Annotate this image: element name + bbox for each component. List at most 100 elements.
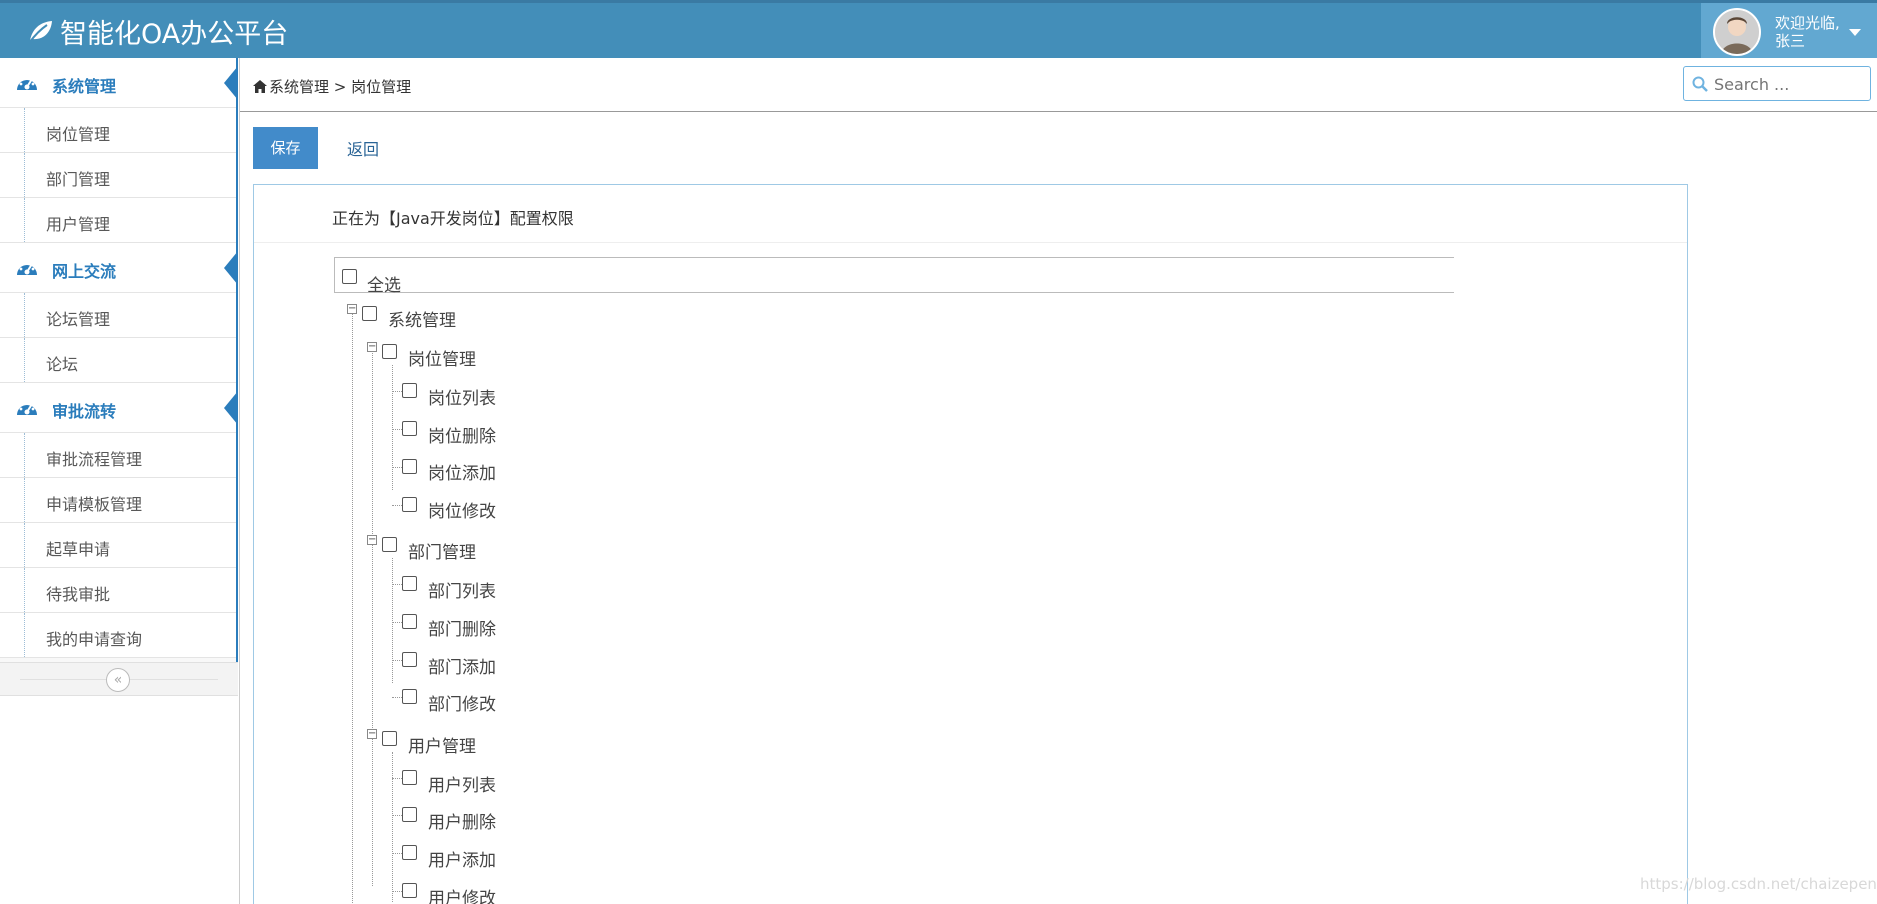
tree-checkbox-leaf[interactable] <box>402 689 417 704</box>
tree-node-leaf: 岗位列表 <box>428 389 496 409</box>
tree-checkbox-root[interactable] <box>362 306 377 321</box>
select-all-row <box>334 257 1454 293</box>
tree-node-leaf: 岗位删除 <box>428 427 496 447</box>
tree-connector <box>392 622 402 623</box>
greeting-text: 欢迎光临, <box>1775 14 1840 32</box>
watermark: https://blog.csdn.net/chaizepeng <box>1640 875 1877 893</box>
select-all-label: 全选 <box>367 276 401 296</box>
tree-connector <box>352 313 353 904</box>
collapse-toggle[interactable]: − <box>367 535 377 545</box>
double-chevron-left-icon[interactable]: « <box>106 668 130 692</box>
sidebar-section-approval[interactable]: 审批流转 <box>0 383 238 433</box>
search-input[interactable] <box>1714 73 1864 95</box>
tree-node-leaf: 部门删除 <box>428 620 496 640</box>
tree-node-leaf: 部门列表 <box>428 582 496 602</box>
tree-node-group: 部门管理 <box>408 543 476 563</box>
tree-node-group: 岗位管理 <box>408 350 476 370</box>
active-indicator <box>224 66 238 100</box>
caret-down-icon[interactable] <box>1849 29 1861 36</box>
top-navbar: 智能化OA办公平台 欢迎光临, 张三 <box>0 0 1877 61</box>
tree-connector <box>392 697 402 698</box>
permission-panel: 正在为【Java开发岗位】配置权限 全选 − 系统管理 − 岗位管理 岗位列表 … <box>253 184 1688 904</box>
tree-node-leaf: 岗位修改 <box>428 502 496 522</box>
tree-node-leaf: 部门添加 <box>428 658 496 678</box>
sidebar-section-label: 审批流转 <box>52 402 117 421</box>
sidebar-item-departments[interactable]: 部门管理 <box>0 153 236 198</box>
tree-connector <box>392 467 402 468</box>
sidebar-item-forum[interactable]: 论坛 <box>0 338 236 383</box>
sidebar-item-my-requests[interactable]: 我的申请查询 <box>0 613 236 658</box>
tree-checkbox-leaf[interactable] <box>402 576 417 591</box>
sidebar-item-pending[interactable]: 待我审批 <box>0 568 236 613</box>
tree-node-root: 系统管理 <box>388 311 456 331</box>
app-title: 智能化OA办公平台 <box>60 18 289 50</box>
tree-checkbox-group[interactable] <box>382 344 397 359</box>
collapse-toggle[interactable]: − <box>367 342 377 352</box>
tree-connector <box>392 505 402 506</box>
tree-connector <box>392 853 402 854</box>
tree-connector <box>392 891 402 892</box>
save-button[interactable]: 保存 <box>253 127 318 169</box>
tree-node-leaf: 用户修改 <box>428 889 496 904</box>
search-icon <box>1692 76 1708 92</box>
tree-checkbox-leaf[interactable] <box>402 807 417 822</box>
sidebar: 系统管理 岗位管理 部门管理 用户管理 网上交流 论坛管理 论坛 审批流转 审批… <box>0 58 240 904</box>
panel-title: 正在为【Java开发岗位】配置权限 <box>332 209 574 228</box>
sidebar-item-draft[interactable]: 起草申请 <box>0 523 236 568</box>
active-indicator <box>224 251 238 285</box>
active-indicator <box>224 391 238 425</box>
sidebar-item-label: 待我审批 <box>46 585 111 604</box>
tree-checkbox-group[interactable] <box>382 537 397 552</box>
collapse-toggle[interactable]: − <box>347 304 357 314</box>
back-link[interactable]: 返回 <box>347 136 379 160</box>
tree-connector <box>392 752 393 902</box>
tree-checkbox-leaf[interactable] <box>402 770 417 785</box>
breadcrumb-text[interactable]: 系统管理 > 岗位管理 <box>269 76 411 97</box>
sidebar-item-label: 论坛管理 <box>46 310 111 329</box>
tree-checkbox-leaf[interactable] <box>402 652 417 667</box>
tree-connector <box>392 429 402 430</box>
sidebar-section-communication[interactable]: 网上交流 <box>0 243 238 293</box>
breadcrumb: 系统管理 > 岗位管理 <box>253 76 411 97</box>
sidebar-section-system[interactable]: 系统管理 <box>0 58 238 108</box>
home-icon[interactable] <box>253 80 267 93</box>
sidebar-item-workflow[interactable]: 审批流程管理 <box>0 433 236 478</box>
user-menu[interactable]: 欢迎光临, 张三 <box>1701 3 1877 61</box>
tree-connector <box>392 778 402 779</box>
sidebar-item-label: 审批流程管理 <box>46 450 143 469</box>
sidebar-item-users[interactable]: 用户管理 <box>0 198 236 243</box>
user-greeting: 欢迎光临, 张三 <box>1775 14 1840 50</box>
sidebar-section-label: 网上交流 <box>52 262 117 281</box>
tree-checkbox-group[interactable] <box>382 731 397 746</box>
tree-checkbox-leaf[interactable] <box>402 497 417 512</box>
sidebar-item-forum-admin[interactable]: 论坛管理 <box>0 293 236 338</box>
collapse-toggle[interactable]: − <box>367 729 377 739</box>
tree-checkbox-leaf[interactable] <box>402 459 417 474</box>
sidebar-menu: 系统管理 岗位管理 部门管理 用户管理 网上交流 论坛管理 论坛 审批流转 审批… <box>0 58 238 664</box>
tree-node-leaf: 岗位添加 <box>428 464 496 484</box>
brand[interactable]: 智能化OA办公平台 <box>26 13 289 50</box>
dashboard-icon <box>17 75 37 90</box>
tree-node-leaf: 用户列表 <box>428 776 496 796</box>
search-box[interactable] <box>1683 66 1871 101</box>
select-all-checkbox[interactable] <box>342 269 357 284</box>
sidebar-item-templates[interactable]: 申请模板管理 <box>0 478 236 523</box>
tree-checkbox-leaf[interactable] <box>402 845 417 860</box>
dashboard-icon <box>17 400 37 415</box>
tree-connector <box>392 584 402 585</box>
sidebar-item-label: 申请模板管理 <box>46 495 143 514</box>
tree-checkbox-leaf[interactable] <box>402 883 417 898</box>
tree-connector <box>392 391 402 392</box>
breadcrumb-bar: 系统管理 > 岗位管理 <box>240 58 1877 112</box>
sidebar-item-label: 用户管理 <box>46 215 111 234</box>
tree-node-leaf: 用户删除 <box>428 813 496 833</box>
sidebar-item-label: 起草申请 <box>46 540 111 559</box>
tree-checkbox-leaf[interactable] <box>402 421 417 436</box>
sidebar-item-label: 我的申请查询 <box>46 630 143 649</box>
tree-connector <box>392 660 402 661</box>
tree-checkbox-leaf[interactable] <box>402 614 417 629</box>
sidebar-item-label: 岗位管理 <box>46 125 111 144</box>
tree-checkbox-leaf[interactable] <box>402 383 417 398</box>
tree-connector <box>392 365 393 490</box>
sidebar-item-positions[interactable]: 岗位管理 <box>0 108 236 153</box>
